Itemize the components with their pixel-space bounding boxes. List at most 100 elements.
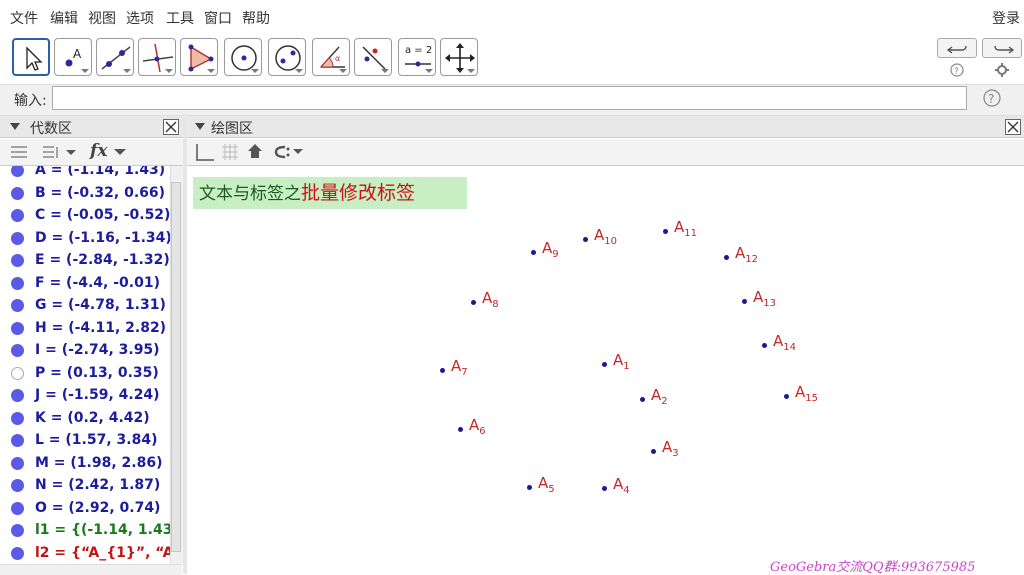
point-marker[interactable] [470, 299, 476, 305]
menu-file[interactable]: 文件 [10, 8, 38, 28]
perpendicular-tool-button[interactable] [138, 38, 176, 76]
redo-button[interactable] [982, 38, 1022, 58]
visibility-toggle[interactable] [11, 434, 24, 447]
point-marker[interactable] [601, 361, 607, 367]
point-marker[interactable] [761, 342, 767, 348]
point-label[interactable]: A7 [451, 357, 468, 378]
menu-view[interactable]: 视图 [88, 8, 116, 28]
algebra-row[interactable]: A = (-1.14, 1.43) [0, 166, 170, 182]
algebra-row[interactable]: M = (1.98, 2.86) [0, 453, 170, 475]
polygon-tool-button[interactable] [180, 38, 218, 76]
visibility-toggle[interactable] [11, 366, 24, 380]
point-marker[interactable] [783, 393, 789, 399]
visibility-toggle[interactable] [11, 276, 24, 290]
reflect-tool-button[interactable] [354, 38, 392, 76]
angle-tool-button[interactable]: α [312, 38, 350, 76]
point-marker[interactable] [650, 448, 656, 454]
login-link[interactable]: 登录 [992, 8, 1020, 28]
list-style-icon[interactable] [10, 144, 28, 160]
axes-icon[interactable] [195, 143, 215, 161]
point-label[interactable]: A1 [613, 351, 630, 372]
point-tool-button[interactable]: A [54, 38, 92, 76]
line-tool-button[interactable] [96, 38, 134, 76]
algebra-row[interactable]: H = (-4.11, 2.82) [0, 318, 170, 340]
visibility-toggle[interactable] [11, 344, 24, 357]
graphics-close-button[interactable] [1005, 119, 1021, 135]
visibility-toggle[interactable] [11, 166, 24, 177]
circle-tool-button[interactable] [224, 38, 262, 76]
point-label[interactable]: A10 [594, 226, 617, 247]
menu-tools[interactable]: 工具 [166, 8, 194, 28]
visibility-toggle[interactable] [11, 231, 24, 245]
point-label[interactable]: A9 [542, 239, 559, 260]
collapse-triangle-icon[interactable] [195, 123, 205, 131]
collapse-triangle-icon[interactable] [10, 123, 20, 131]
point-marker[interactable] [530, 249, 536, 255]
point-marker[interactable] [639, 396, 645, 402]
point-label[interactable]: A5 [538, 474, 555, 495]
visibility-toggle[interactable] [11, 299, 24, 312]
visibility-toggle[interactable] [11, 186, 24, 200]
visibility-toggle[interactable] [11, 501, 24, 515]
point-marker[interactable] [723, 254, 729, 260]
visibility-toggle[interactable] [11, 254, 24, 267]
visibility-toggle[interactable] [11, 321, 24, 335]
algebra-row[interactable]: l2 = {“A_{1}”, “A_{ [0, 543, 170, 565]
point-marker[interactable] [439, 367, 445, 373]
algebra-row[interactable]: L = (1.57, 3.84) [0, 430, 170, 452]
input-help-icon[interactable]: ? [983, 89, 1001, 107]
algebra-row[interactable]: G = (-4.78, 1.31) [0, 295, 170, 317]
visibility-toggle[interactable] [11, 479, 24, 492]
point-marker[interactable] [601, 485, 607, 491]
algebra-row[interactable]: F = (-4.4, -0.01) [0, 273, 170, 295]
point-label[interactable]: A11 [674, 218, 697, 239]
point-label[interactable]: A14 [773, 332, 796, 353]
point-label[interactable]: A12 [735, 244, 758, 265]
help-icon[interactable]: ? [950, 63, 964, 77]
point-marker[interactable] [457, 426, 463, 432]
algebra-row[interactable]: C = (-0.05, -0.52) [0, 205, 170, 227]
grid-icon[interactable] [221, 143, 239, 161]
point-label[interactable]: A15 [795, 383, 818, 404]
fx-dropdown-icon[interactable] [114, 149, 126, 157]
point-label[interactable]: A2 [651, 386, 668, 407]
algebra-row[interactable]: B = (-0.32, 0.66) [0, 183, 170, 205]
point-label[interactable]: A6 [469, 416, 486, 437]
point-label[interactable]: A4 [613, 475, 630, 496]
menu-window[interactable]: 窗口 [204, 8, 232, 28]
conic-tool-button[interactable] [268, 38, 306, 76]
point-label[interactable]: A13 [753, 288, 776, 309]
algebra-row[interactable]: D = (-1.16, -1.34) [0, 228, 170, 250]
home-icon[interactable] [247, 143, 263, 159]
slider-tool-button[interactable]: a = 2 [398, 38, 436, 76]
visibility-toggle[interactable] [11, 546, 24, 560]
algebra-close-button[interactable] [163, 119, 179, 135]
algebra-row[interactable]: I = (-2.74, 3.95) [0, 340, 170, 362]
input-field[interactable] [52, 86, 967, 110]
point-label[interactable]: A3 [662, 438, 679, 459]
menu-edit[interactable]: 编辑 [50, 8, 78, 28]
visibility-toggle[interactable] [11, 389, 24, 402]
menu-help[interactable]: 帮助 [242, 8, 270, 28]
fx-input-label[interactable]: fx [90, 141, 107, 161]
point-capture-icon[interactable] [271, 143, 305, 161]
algebra-row[interactable]: l1 = {(-1.14, 1.43), ( [0, 520, 170, 542]
move-view-tool-button[interactable] [440, 38, 478, 76]
algebra-hscrollbar[interactable] [0, 564, 182, 575]
visibility-toggle[interactable] [11, 411, 24, 425]
title-text-box[interactable]: 文本与标签之批量修改标签 [193, 177, 467, 209]
point-label[interactable]: A8 [482, 289, 499, 310]
algebra-row[interactable]: K = (0.2, 4.42) [0, 408, 170, 430]
algebra-row[interactable]: P = (0.13, 0.35) [0, 363, 170, 385]
visibility-toggle[interactable] [11, 456, 24, 470]
point-marker[interactable] [582, 236, 588, 242]
undo-button[interactable] [937, 38, 977, 58]
sort-icon[interactable] [42, 144, 78, 160]
move-tool-button[interactable] [12, 38, 50, 76]
point-marker[interactable] [741, 298, 747, 304]
point-marker[interactable] [662, 228, 668, 234]
algebra-row[interactable]: E = (-2.84, -1.32) [0, 250, 170, 272]
visibility-toggle[interactable] [11, 524, 24, 537]
algebra-row[interactable]: O = (2.92, 0.74) [0, 498, 170, 520]
algebra-row[interactable]: N = (2.42, 1.87) [0, 475, 170, 497]
